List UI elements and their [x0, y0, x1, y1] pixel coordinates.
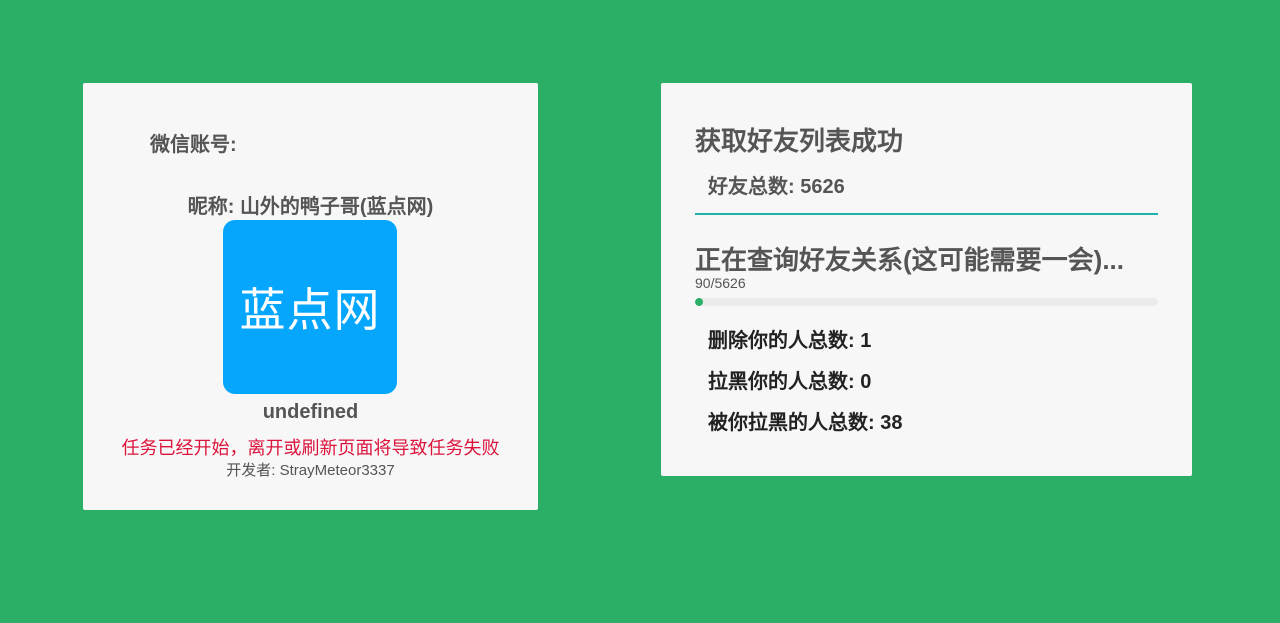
stat-value: 1 [860, 330, 872, 352]
nickname-label: 昵称: [187, 196, 240, 218]
stat-value: 0 [860, 371, 872, 393]
friends-list-title: 获取好友列表成功 [695, 126, 904, 156]
friend-total-label: 好友总数: [708, 176, 801, 198]
nickname-value: 山外的鸭子哥(蓝点网) [239, 196, 434, 218]
querying-status: 正在查询好友关系(这可能需要一会)... [695, 245, 1124, 275]
nickname-row: 昵称: 山外的鸭子哥(蓝点网) [83, 190, 538, 219]
stat-label: 删除你的人总数: [708, 330, 861, 352]
stat-blocked-by-you: 被你拉黑的人总数: 38 [708, 406, 902, 435]
wechat-account-row: 微信账号: [150, 128, 237, 157]
wxid-value: undefined [262, 401, 359, 423]
progress-text: 90/5626 [695, 275, 746, 291]
avatar: 蓝点网 [223, 220, 397, 394]
wechat-account-label: 微信账号: [150, 134, 237, 156]
progress-bar [695, 298, 1158, 306]
account-card: 微信账号: 昵称: 山外的鸭子哥(蓝点网) 蓝点网 undefined 任务已经… [83, 83, 538, 510]
developer-credit: 开发者: StrayMeteor3337 [83, 459, 538, 480]
section-divider [695, 213, 1158, 215]
stat-value: 38 [880, 412, 903, 434]
avatar-logo-text: 蓝点网 [239, 283, 381, 337]
progress-bar-fill [695, 298, 703, 306]
stat-deleted-you: 删除你的人总数: 1 [708, 324, 871, 353]
stat-label: 被你拉黑的人总数: [708, 412, 881, 434]
stat-blocked-you: 拉黑你的人总数: 0 [708, 365, 871, 394]
friends-status-card: 获取好友列表成功 好友总数: 5626 正在查询好友关系(这可能需要一会)...… [661, 83, 1192, 476]
task-warning: 任务已经开始，离开或刷新页面将导致任务失败 [121, 438, 500, 458]
developer-label: 开发者: [226, 462, 280, 479]
stat-label: 拉黑你的人总数: [708, 371, 861, 393]
friend-total-value: 5626 [800, 176, 845, 198]
friend-total-row: 好友总数: 5626 [708, 170, 845, 199]
developer-name: StrayMeteor3337 [279, 462, 395, 479]
